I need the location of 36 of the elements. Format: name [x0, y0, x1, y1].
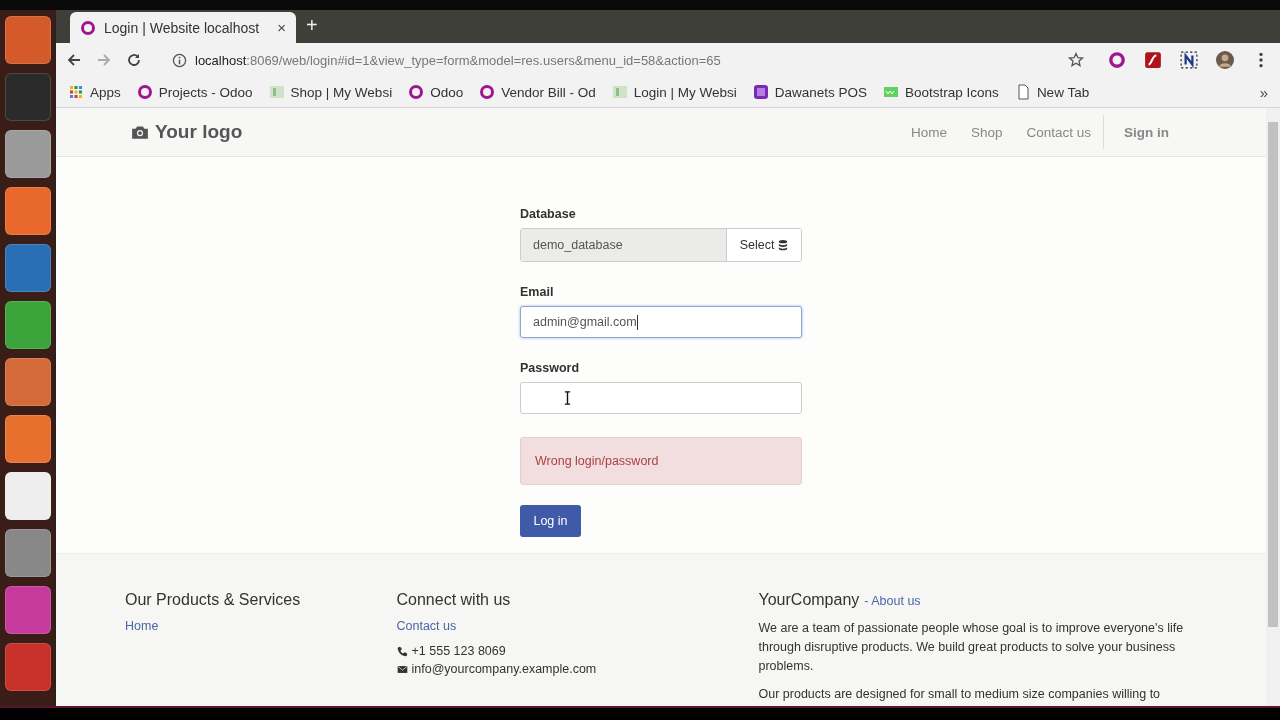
- bookmark[interactable]: New Tab: [1014, 84, 1090, 100]
- close-tab-button[interactable]: ×: [277, 19, 286, 36]
- footer-link[interactable]: Home: [125, 619, 159, 633]
- bookmark[interactable]: Projects - Odoo: [136, 84, 253, 100]
- bookmark[interactable]: Dawanets POS: [752, 84, 868, 100]
- paragraph: Our products are designed for small to medium size companies willing to: [758, 686, 1162, 703]
- new-tab-button[interactable]: +: [306, 14, 318, 37]
- login-button[interactable]: Log in: [520, 505, 581, 537]
- footer-link[interactable]: Contact us: [396, 619, 457, 633]
- browser-tab[interactable]: Login | Website localhost ×: [70, 12, 296, 43]
- bookmark[interactable]: Apps: [68, 84, 121, 100]
- select-button[interactable]: Select: [726, 229, 801, 261]
- nav-link[interactable]: Contact us: [1014, 124, 1103, 140]
- bookmark[interactable]: Bootstrap Icons: [883, 84, 999, 100]
- field-label: Database: [520, 207, 577, 221]
- tab-title: Login | Website localhost: [104, 19, 261, 36]
- bookmark[interactable]: Login | My Websi: [611, 84, 737, 100]
- footer-heading: Connect with us: [396, 591, 511, 609]
- bookmark[interactable]: Odoo: [408, 84, 464, 100]
- bookmark[interactable]: Shop | My Websi: [268, 84, 393, 100]
- error-message: Wrong login/password: [535, 454, 659, 468]
- footer-heading: Our Products & Services: [125, 591, 301, 609]
- logo-text: Your logo: [155, 121, 243, 143]
- bookmark[interactable]: Vendor Bill - Od: [479, 84, 596, 100]
- address-field[interactable]: localhost:8069/web/login#id=1&view_type=form&model=res.users&menu_id=58&action=65: [195, 52, 1060, 68]
- about-link[interactable]: - About us: [864, 594, 921, 608]
- database-field: demo_database: [521, 229, 726, 261]
- more-bookmarks-button[interactable]: »: [1259, 83, 1268, 101]
- email-field[interactable]: admin@gmail.com: [520, 306, 802, 338]
- phone-number: +1 555 123 8069: [411, 644, 506, 658]
- paragraph: We are a team of passionate people whose goal is to improve everyone's life through disruptive products. We build great products to solve your business problems.: [758, 620, 1184, 675]
- field-label: Password: [520, 361, 581, 375]
- field-label: Email: [520, 285, 555, 299]
- footer-heading: YourCompany: [758, 591, 860, 609]
- logo[interactable]: Your logo: [131, 121, 243, 143]
- email-address: info@yourcompany.example.com: [411, 662, 597, 676]
